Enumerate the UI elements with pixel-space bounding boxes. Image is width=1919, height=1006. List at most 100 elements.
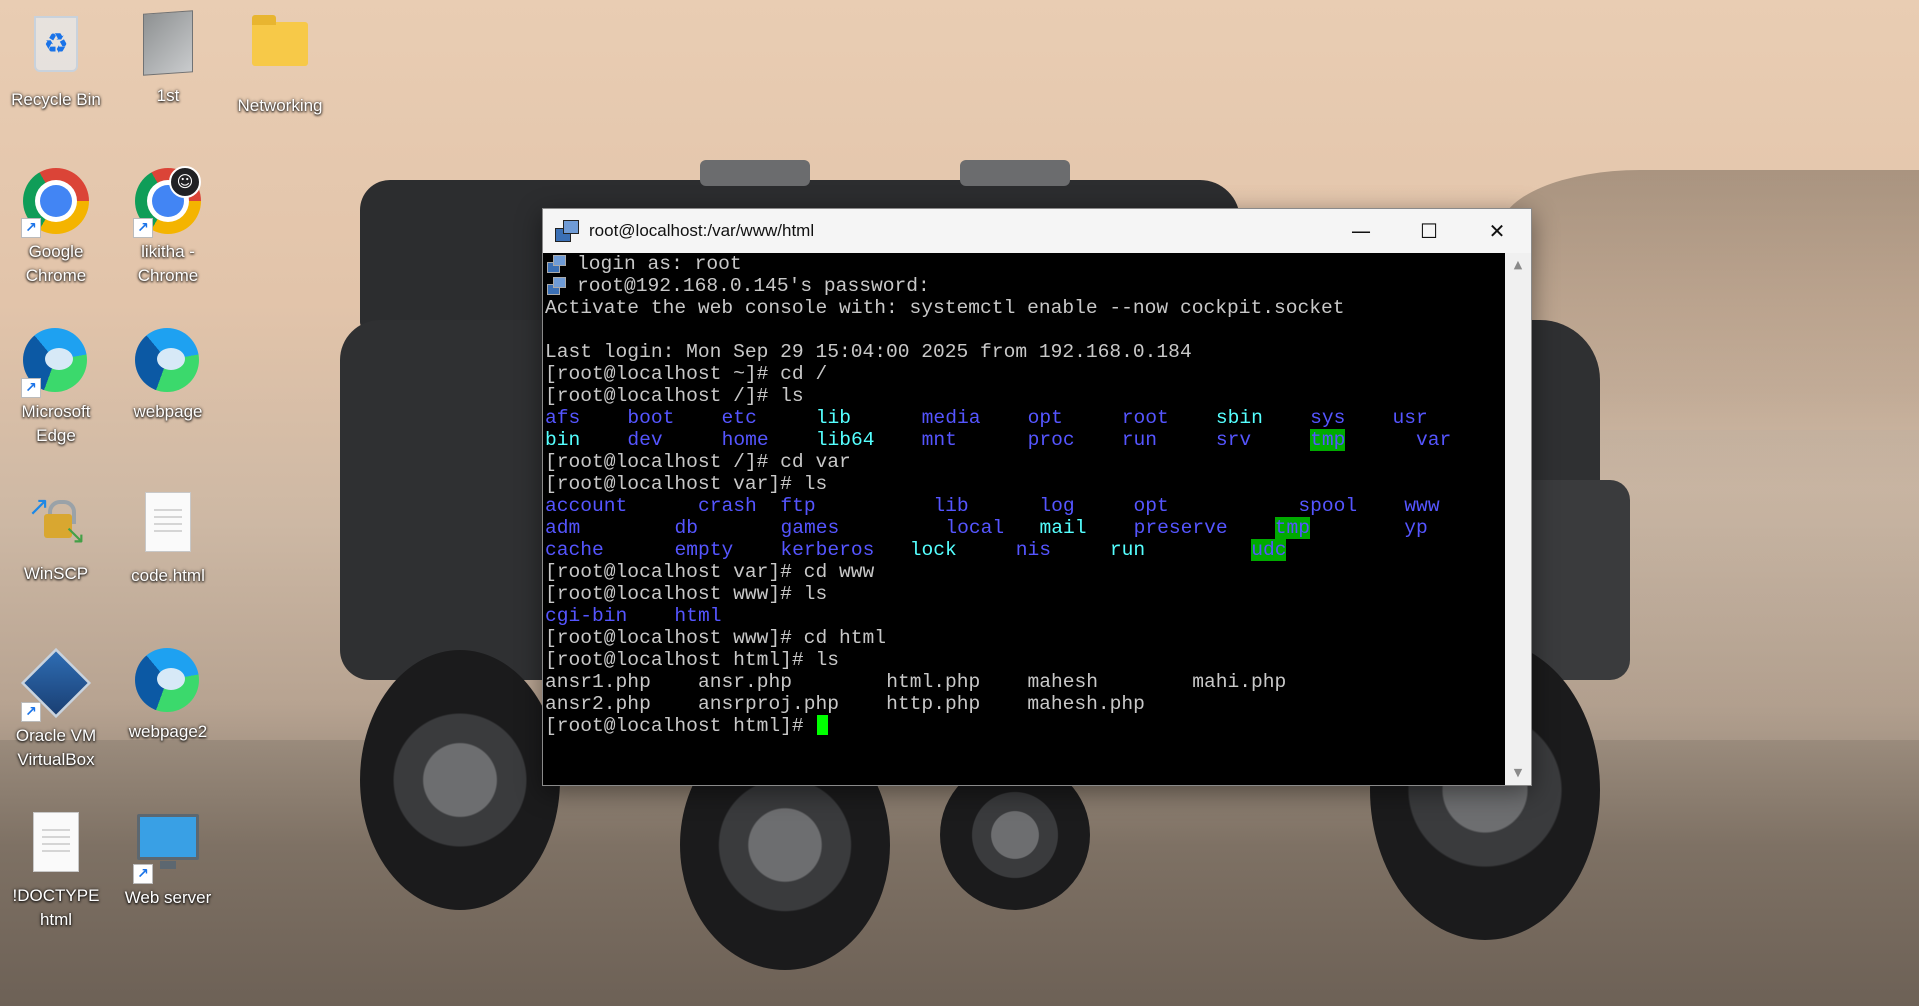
- desktop-icon-webpage[interactable]: webpage: [120, 328, 216, 424]
- terminal-text: run: [1109, 539, 1146, 561]
- terminal-text: ansr.php: [697, 671, 793, 693]
- terminal-text: lib: [933, 495, 969, 517]
- terminal-text: spool: [1298, 495, 1358, 517]
- close-icon: ✕: [1488, 219, 1506, 243]
- terminal-line: Activate the web console with: systemctl…: [545, 297, 1505, 319]
- terminal-text: www: [1404, 495, 1440, 517]
- terminal-text: [root@localhost html]#: [545, 715, 816, 737]
- terminal-line: ansr2.php ansrproj.php http.php mahesh.php: [545, 693, 1505, 715]
- desktop-icon-label: webpage2: [128, 722, 208, 741]
- terminal-text: run: [1121, 429, 1158, 451]
- terminal-text: lib: [815, 407, 851, 429]
- terminal-line: cgi-bin html: [545, 605, 1505, 627]
- recycle-bin-icon: ♻: [23, 16, 89, 82]
- desktop-icon-label: Google Chrome: [25, 242, 87, 285]
- window-titlebar[interactable]: root@localhost:/var/www/html — ☐ ✕: [543, 209, 1531, 253]
- desktop-icon-1st[interactable]: 1st: [120, 10, 216, 108]
- desktop-icon-winscp[interactable]: ↗ ↘ WinSCP: [8, 488, 104, 586]
- desktop-icon-label: Oracle VM VirtualBox: [15, 726, 97, 769]
- terminal-text: login as: root: [577, 253, 742, 275]
- terminal-line: adm db games local mail preserve tmp yp: [545, 517, 1505, 539]
- terminal-text: yp: [1404, 517, 1428, 539]
- terminal-line: root@192.168.0.145's password:: [545, 275, 1505, 297]
- html-file-icon: [23, 812, 89, 878]
- terminal-text: dev: [627, 429, 663, 451]
- terminal-text: log: [1039, 495, 1075, 517]
- terminal-text: lock: [909, 539, 957, 561]
- desktop-icon-webpage2[interactable]: webpage2: [120, 648, 216, 744]
- desktop-icon-code-html[interactable]: code.html: [120, 488, 216, 588]
- terminal-text: sys: [1310, 407, 1346, 429]
- terminal-line: cache empty kerberos lock nis run udc: [545, 539, 1505, 561]
- desktop-icon-virtualbox[interactable]: ↗ Oracle VM VirtualBox: [8, 647, 104, 772]
- terminal-text: crash: [697, 495, 757, 517]
- terminal-text: html: [674, 605, 722, 627]
- desktop-icon-doctype-html[interactable]: !DOCTYPE html: [8, 808, 104, 932]
- desktop-icon-label: Web server: [124, 888, 212, 907]
- terminal-text: [root@localhost www]# ls: [545, 583, 828, 605]
- putty-small-icon: [547, 277, 566, 295]
- desktop-icon-google-chrome[interactable]: ↗ Google Chrome: [8, 168, 104, 288]
- desktop-icon-microsoft-edge[interactable]: ↗ Microsoft Edge: [8, 328, 104, 448]
- desktop-icon-label: !DOCTYPE html: [12, 886, 100, 929]
- terminal-text: root: [1121, 407, 1169, 429]
- winscp-icon: ↗ ↘: [28, 492, 86, 550]
- terminal-text: root@192.168.0.145's password:: [577, 275, 930, 297]
- terminal-text: games: [780, 517, 840, 539]
- terminal-text: Activate the web console with: systemctl…: [545, 297, 1345, 319]
- putty-window[interactable]: root@localhost:/var/www/html — ☐ ✕ login…: [542, 208, 1532, 786]
- putty-icon[interactable]: [555, 220, 579, 242]
- terminal-text: opt: [1133, 495, 1169, 517]
- window-title: root@localhost:/var/www/html: [589, 221, 815, 240]
- terminal-text: usr: [1392, 407, 1428, 429]
- terminal-text: mahesh.php: [1027, 693, 1145, 715]
- shortcut-arrow-icon: ↗: [21, 378, 41, 398]
- terminal-text: mail: [1039, 517, 1087, 539]
- desktop-icon-label: WinSCP: [23, 564, 89, 583]
- terminal-text: preserve: [1133, 517, 1228, 539]
- terminal-text: etc: [721, 407, 757, 429]
- terminal-line: [root@localhost ~]# cd /: [545, 363, 1505, 385]
- html-file-icon: [135, 492, 201, 558]
- edge-icon: [135, 328, 201, 394]
- shortcut-arrow-icon: ↗: [21, 218, 41, 238]
- terminal-line: afs boot etc lib media opt root sbin sys usr: [545, 407, 1505, 429]
- scroll-up-arrow-icon[interactable]: ▲: [1505, 255, 1531, 275]
- terminal-text: account: [545, 495, 628, 517]
- terminal-text: mahi.php: [1192, 671, 1287, 693]
- terminal-text: mnt: [921, 429, 957, 451]
- chrome-profile-icon: ☺ ↗: [133, 166, 201, 238]
- terminal-text: nis: [1015, 539, 1051, 561]
- close-button[interactable]: ✕: [1463, 209, 1531, 253]
- minimize-button[interactable]: —: [1327, 209, 1395, 253]
- virtualbox-icon: ↗: [20, 647, 92, 722]
- minimize-icon: —: [1351, 219, 1371, 243]
- terminal-text: ftp: [780, 495, 816, 517]
- terminal-text: tmp: [1274, 517, 1311, 539]
- terminal-text: lib64: [815, 429, 875, 451]
- desktop-icon-likitha-chrome[interactable]: ☺ ↗ likitha - Chrome: [120, 166, 216, 288]
- desktop-icon-recycle-bin[interactable]: ♻ Recycle Bin: [8, 10, 104, 112]
- terminal-line: [root@localhost /]# ls: [545, 385, 1505, 407]
- desktop-icon-label: code.html: [131, 566, 205, 585]
- maximize-button[interactable]: ☐: [1395, 209, 1463, 253]
- terminal-text: empty: [674, 539, 734, 561]
- terminal-text: srv: [1215, 429, 1252, 451]
- terminal-text: [root@localhost var]# ls: [545, 473, 828, 495]
- terminal-text: db: [674, 517, 699, 539]
- terminal-line: [root@localhost www]# ls: [545, 583, 1505, 605]
- scroll-down-arrow-icon[interactable]: ▼: [1505, 763, 1531, 783]
- terminal-text: sbin: [1215, 407, 1263, 429]
- terminal-output[interactable]: login as: root root@192.168.0.145's passw…: [543, 253, 1505, 785]
- desktop-icon-label: 1st: [156, 86, 180, 105]
- document-stack-icon: [135, 10, 201, 78]
- desktop-icon-web-server[interactable]: ↗ Web server: [120, 808, 216, 910]
- desktop-icon-label: Microsoft Edge: [21, 402, 91, 445]
- terminal-line: [root@localhost var]# ls: [545, 473, 1505, 495]
- folder-icon: [247, 15, 313, 88]
- vertical-scrollbar[interactable]: ▲ ▼: [1505, 253, 1531, 785]
- remote-desktop-icon: ↗: [133, 814, 201, 884]
- desktop-icon-networking[interactable]: Networking: [232, 10, 328, 118]
- terminal-text: ansrproj.php: [697, 693, 840, 715]
